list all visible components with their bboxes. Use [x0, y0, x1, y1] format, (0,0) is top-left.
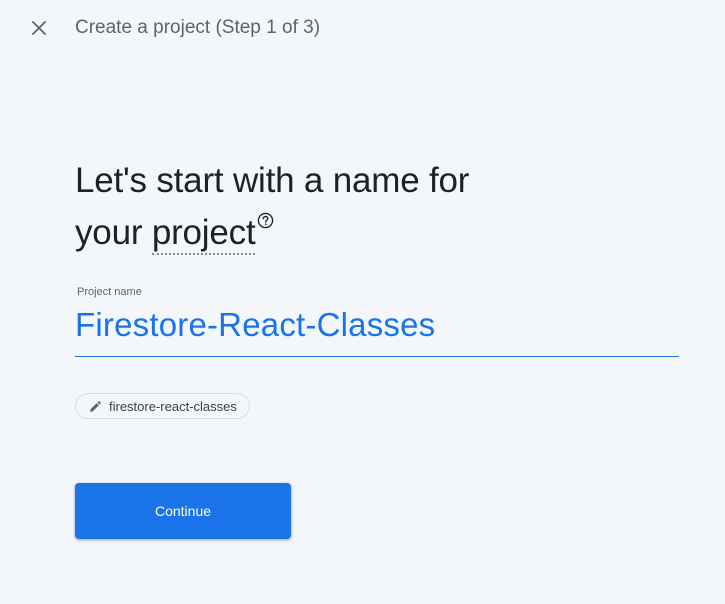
- help-icon[interactable]: [257, 212, 274, 229]
- create-project-page: Create a project (Step 1 of 3) Let's sta…: [0, 0, 725, 604]
- project-id-text: firestore-react-classes: [109, 398, 237, 414]
- close-icon: [32, 21, 46, 35]
- step-title: Create a project (Step 1 of 3): [75, 17, 321, 38]
- heading-line-1: Let's start with a name for: [75, 161, 470, 200]
- heading-line-2-prefix: your: [75, 213, 152, 252]
- top-bar: Create a project (Step 1 of 3): [0, 0, 725, 56]
- project-name-field: Project name: [75, 284, 679, 357]
- project-id-chip[interactable]: firestore-react-classes: [75, 393, 250, 419]
- page-heading: Let's start with a name for your project: [75, 155, 635, 259]
- project-term-link[interactable]: project: [151, 213, 256, 255]
- continue-button[interactable]: Continue: [75, 483, 291, 539]
- close-button[interactable]: [24, 13, 54, 43]
- edit-icon: [90, 400, 101, 412]
- project-name-label: Project name: [77, 286, 142, 298]
- project-name-input[interactable]: [75, 300, 679, 357]
